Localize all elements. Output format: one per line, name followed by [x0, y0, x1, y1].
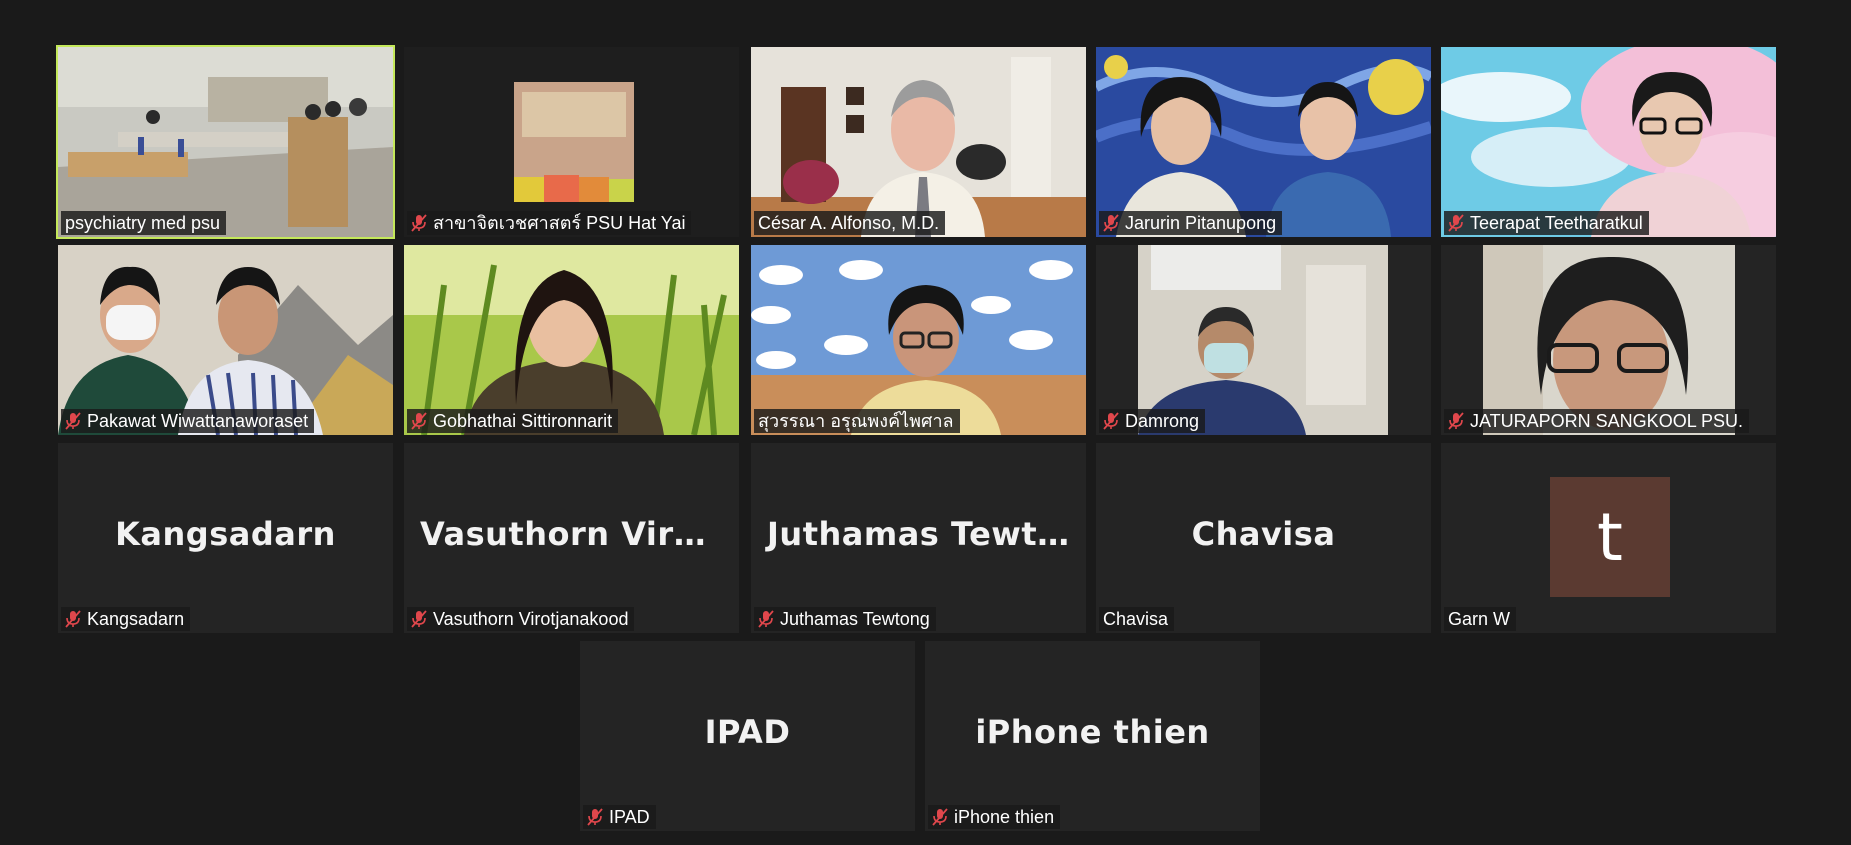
participant-name-tag: สุวรรณา อรุณพงค์ไพศาล [754, 409, 960, 433]
participant-name-tag: Juthamas Tewtong [754, 607, 936, 631]
participant-name: JATURAPORN SANGKOOL PSU. [1470, 411, 1744, 431]
avatar: t [1550, 477, 1670, 597]
video-tile-psychiatry-med-psu[interactable]: psychiatry med psu [56, 45, 395, 239]
participant-name: สาขาจิตเวชศาสตร์ PSU Hat Yai [433, 213, 686, 233]
participant-video [1441, 47, 1776, 237]
microphone-muted-icon [411, 412, 427, 430]
participant-name-tag: Teerapat Teetharatkul [1444, 211, 1649, 235]
participant-name-tag: JATURAPORN SANGKOOL PSU. [1444, 409, 1750, 433]
participant-name: IPAD [609, 807, 650, 827]
video-tile-vasuthorn-virotjanakood[interactable]: Vasuthorn Virot... Vasuthorn Virotjanako… [404, 443, 739, 633]
video-tile-suwanna-arunpongpaisal[interactable]: สุวรรณา อรุณพงค์ไพศาล [751, 245, 1086, 435]
participant-name: Jarurin Pitanupong [1125, 213, 1277, 233]
participant-name-tag: Gobhathai Sittironnarit [407, 409, 619, 433]
participant-video [404, 245, 739, 435]
video-tile-jarurin-pitanupong[interactable]: Jarurin Pitanupong [1096, 47, 1431, 237]
participant-name: Teerapat Teetharatkul [1470, 213, 1643, 233]
participant-name-tag: Damrong [1099, 409, 1206, 433]
video-tile-pakawat-wiwattanaworaset[interactable]: Pakawat Wiwattanaworaset [58, 245, 393, 435]
participant-name: Kangsadarn [87, 609, 185, 629]
participant-video [404, 47, 739, 237]
participant-video [751, 245, 1086, 435]
microphone-muted-icon [1448, 412, 1464, 430]
video-tile-gobhathai-sittironnarit[interactable]: Gobhathai Sittironnarit [404, 245, 739, 435]
video-tile-psu-hat-yai[interactable]: สาขาจิตเวชศาสตร์ PSU Hat Yai [404, 47, 739, 237]
participant-name: Gobhathai Sittironnarit [433, 411, 613, 431]
participant-display-name: Chavisa [1191, 515, 1336, 553]
participant-name: Garn W [1448, 609, 1511, 629]
microphone-muted-icon [758, 610, 774, 628]
participant-name-tag: Garn W [1444, 607, 1517, 631]
participant-name: Pakawat Wiwattanaworaset [87, 411, 309, 431]
video-tile-kangsadarn[interactable]: Kangsadarn Kangsadarn [58, 443, 393, 633]
participant-video [1096, 245, 1431, 435]
participant-display-name: Juthamas Tewt... [767, 515, 1076, 553]
participant-name-tag: Jarurin Pitanupong [1099, 211, 1283, 235]
participant-display-name: Vasuthorn Virot... [420, 515, 739, 553]
participant-name-tag: Vasuthorn Virotjanakood [407, 607, 635, 631]
participant-video [58, 47, 393, 237]
participant-video [1441, 245, 1776, 435]
participant-display-name: Kangsadarn [115, 515, 336, 553]
participant-name: Chavisa [1103, 609, 1169, 629]
participant-name-tag: IPAD [583, 805, 656, 829]
participant-name-tag: iPhone thien [928, 805, 1061, 829]
participant-name-tag: psychiatry med psu [61, 211, 227, 235]
participant-video [751, 47, 1086, 237]
participant-name: iPhone thien [954, 807, 1055, 827]
microphone-muted-icon [411, 610, 427, 628]
video-tile-juthamas-tewtong[interactable]: Juthamas Tewt... Juthamas Tewtong [751, 443, 1086, 633]
video-tile-cesar-alfonso[interactable]: César A. Alfonso, M.D. [751, 47, 1086, 237]
participant-video [1096, 47, 1431, 237]
microphone-muted-icon [1103, 412, 1119, 430]
video-tile-jaturaporn-sangkool[interactable]: JATURAPORN SANGKOOL PSU. [1441, 245, 1776, 435]
video-tile-damrong[interactable]: Damrong [1096, 245, 1431, 435]
participant-name: psychiatry med psu [65, 213, 221, 233]
participant-name-tag: Chavisa [1099, 607, 1175, 631]
microphone-muted-icon [1448, 214, 1464, 232]
participant-display-name: iPhone thien [975, 713, 1210, 751]
participant-name: Damrong [1125, 411, 1200, 431]
microphone-muted-icon [65, 412, 81, 430]
microphone-muted-icon [932, 808, 948, 826]
microphone-muted-icon [65, 610, 81, 628]
participant-display-name: IPAD [704, 713, 791, 751]
participant-name: Juthamas Tewtong [780, 609, 930, 629]
participant-name-tag: César A. Alfonso, M.D. [754, 211, 946, 235]
participant-name-tag: Kangsadarn [61, 607, 191, 631]
video-tile-garn-w[interactable]: t Garn W [1441, 443, 1776, 633]
video-tile-chavisa[interactable]: Chavisa Chavisa [1096, 443, 1431, 633]
participant-name: Vasuthorn Virotjanakood [433, 609, 629, 629]
video-tile-teerapat-teetharatkul[interactable]: Teerapat Teetharatkul [1441, 47, 1776, 237]
video-tile-ipad[interactable]: IPAD IPAD [580, 641, 915, 831]
participant-name-tag: Pakawat Wiwattanaworaset [61, 409, 315, 433]
video-tile-iphone-thien[interactable]: iPhone thien iPhone thien [925, 641, 1260, 831]
microphone-muted-icon [1103, 214, 1119, 232]
participant-name: สุวรรณา อรุณพงค์ไพศาล [758, 411, 954, 431]
microphone-muted-icon [411, 214, 427, 232]
participant-name: César A. Alfonso, M.D. [758, 213, 940, 233]
microphone-muted-icon [587, 808, 603, 826]
participant-name-tag: สาขาจิตเวชศาสตร์ PSU Hat Yai [407, 211, 692, 235]
participant-video [58, 245, 393, 435]
